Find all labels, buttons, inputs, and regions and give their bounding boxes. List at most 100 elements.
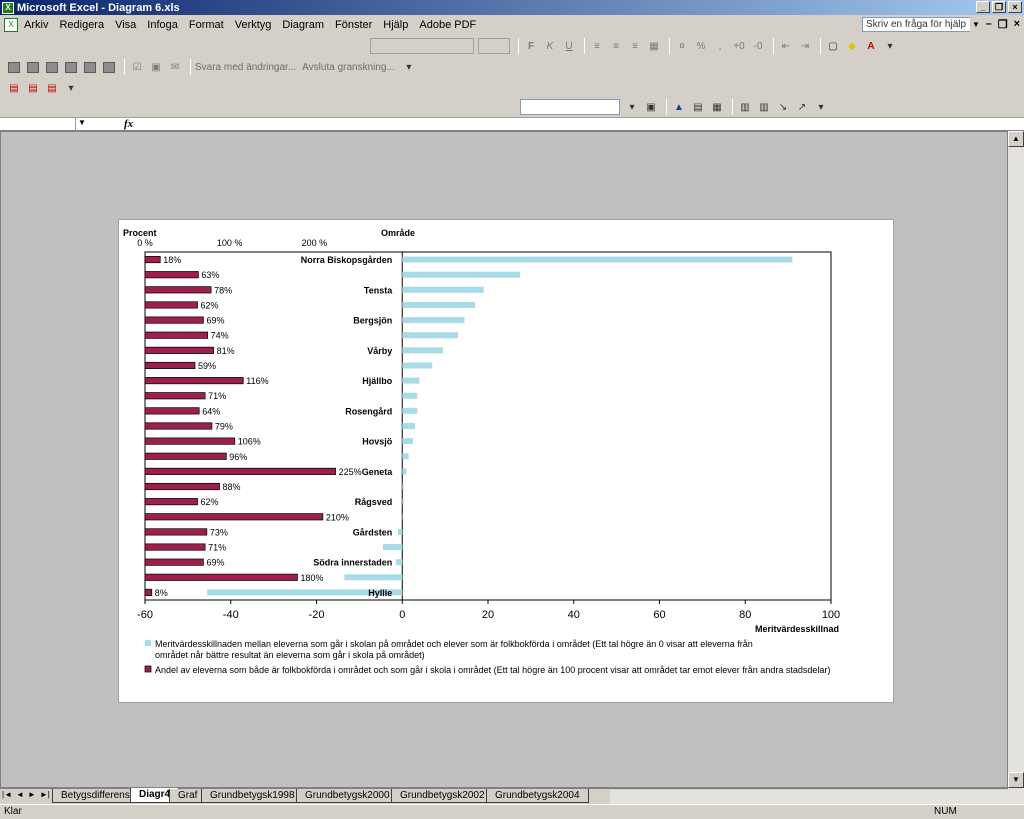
decrease-decimal-icon[interactable]: -0: [750, 38, 766, 54]
menu-infoga[interactable]: Infoga: [147, 19, 178, 31]
by-row-icon[interactable]: ▥: [737, 99, 753, 115]
menu-redigera[interactable]: Redigera: [59, 19, 104, 31]
pdf-options-icon[interactable]: ▾: [63, 80, 79, 96]
review-icon-6[interactable]: [103, 61, 115, 73]
doc-restore-button[interactable]: ❐: [998, 18, 1008, 31]
chart-area[interactable]: Procent Område 0 % 100 % 200 % 18% Norra Bis…: [118, 219, 894, 703]
by-column-icon[interactable]: ▥: [756, 99, 772, 115]
pdf-convert-icon[interactable]: ▤: [6, 80, 22, 96]
percent-data-label: 64%: [202, 406, 220, 416]
menu-visa[interactable]: Visa: [115, 19, 136, 31]
legend-label-merit: Meritvärdesskillnaden mellan eleverna so…: [155, 639, 753, 660]
underline-icon[interactable]: U: [561, 38, 577, 54]
menu-format[interactable]: Format: [189, 19, 224, 31]
insert-function-icon[interactable]: fx: [124, 118, 133, 130]
legend-icon[interactable]: ▤: [690, 99, 706, 115]
last-sheet-icon[interactable]: ►|: [40, 790, 50, 799]
doc-minimize-button[interactable]: –: [986, 18, 992, 31]
merge-center-icon[interactable]: ▦: [646, 38, 662, 54]
percent-bar: [144, 271, 199, 279]
next-sheet-icon[interactable]: ►: [28, 790, 36, 799]
percent-data-label: 78%: [214, 285, 232, 295]
merit-bar: [344, 574, 403, 581]
x-tick-label: -60: [137, 609, 153, 621]
category-label: Geneta: [362, 467, 394, 477]
menu-fonster[interactable]: Fönster: [335, 19, 372, 31]
percent-icon[interactable]: %: [693, 38, 709, 54]
close-button[interactable]: ×: [1008, 1, 1022, 13]
data-table-icon[interactable]: ▦: [709, 99, 725, 115]
borders-icon[interactable]: ▢: [825, 38, 841, 54]
angle-down-icon[interactable]: ↘: [775, 99, 791, 115]
review-icon-2[interactable]: [27, 61, 39, 73]
end-review-button[interactable]: Avsluta granskning...: [302, 62, 395, 73]
vertical-scrollbar[interactable]: ▲ ▼: [1008, 131, 1024, 804]
pdf-review-icon[interactable]: ▤: [44, 80, 60, 96]
font-combo[interactable]: [370, 38, 474, 54]
minimize-button[interactable]: _: [976, 1, 990, 13]
send-icon[interactable]: ✉: [167, 59, 183, 75]
font-size-combo[interactable]: [478, 38, 510, 54]
menu-adobe-pdf[interactable]: Adobe PDF: [419, 19, 476, 31]
percent-tick-label: 0 %: [137, 238, 153, 248]
workbook-icon[interactable]: X: [4, 18, 18, 32]
menu-verktyg[interactable]: Verktyg: [235, 19, 272, 31]
menu-hjalp[interactable]: Hjälp: [383, 19, 408, 31]
review-icon-1[interactable]: [8, 61, 20, 73]
tab-grundbetygsk2000[interactable]: Grundbetygsk2000: [296, 789, 399, 803]
fill-color-icon[interactable]: ◆: [844, 38, 860, 54]
percent-bar: [144, 558, 204, 566]
doc-close-button[interactable]: ×: [1014, 18, 1020, 31]
x-tick-label: 40: [568, 609, 580, 621]
pdf-email-icon[interactable]: ▤: [25, 80, 41, 96]
increase-decimal-icon[interactable]: +0: [731, 38, 747, 54]
chart-type-icon[interactable]: ▲: [671, 99, 687, 115]
percent-data-label: 18%: [163, 255, 181, 265]
decrease-indent-icon[interactable]: ⇤: [778, 38, 794, 54]
scroll-down-icon[interactable]: ▼: [1008, 772, 1024, 788]
review-options-icon[interactable]: ▾: [401, 59, 417, 75]
format-selected-icon[interactable]: ▣: [643, 99, 659, 115]
percent-bar: [144, 392, 206, 400]
help-question-input[interactable]: Skriv en fråga för hjälp: [862, 17, 972, 32]
help-dropdown-icon[interactable]: ▼: [970, 17, 982, 32]
review-icon-3[interactable]: [46, 61, 58, 73]
prev-sheet-icon[interactable]: ◄: [16, 790, 24, 799]
reply-with-changes-button[interactable]: Svara med ändringar...: [195, 62, 296, 73]
font-color-icon[interactable]: A: [863, 38, 879, 54]
currency-icon[interactable]: ¤: [674, 38, 690, 54]
tab-grundbetygsk2004[interactable]: Grundbetygsk2004: [486, 789, 589, 803]
category-label: Norra Biskopsgården: [301, 255, 393, 265]
review-icon-4[interactable]: [65, 61, 77, 73]
horizontal-scrollbar[interactable]: [610, 790, 1008, 804]
percent-data-label: 210%: [326, 512, 349, 522]
align-left-icon[interactable]: ≡: [589, 38, 605, 54]
tab-grundbetygsk2002[interactable]: Grundbetygsk2002: [391, 789, 494, 803]
chart-objects-combo[interactable]: [520, 99, 620, 115]
first-sheet-icon[interactable]: |◄: [2, 790, 12, 799]
sheet-tab-bar: |◄ ◄ ► ►| Betygsdifferens Diagr4 Graf Gr…: [0, 788, 1008, 804]
align-right-icon[interactable]: ≡: [627, 38, 643, 54]
thousands-icon[interactable]: ,: [712, 38, 728, 54]
comment-icon[interactable]: ▣: [148, 59, 164, 75]
chart-objects-dropdown-icon[interactable]: ▾: [624, 99, 640, 115]
scroll-up-icon[interactable]: ▲: [1008, 131, 1024, 147]
menu-arkiv[interactable]: Arkiv: [24, 19, 48, 31]
chart-toolbar-options-icon[interactable]: ▾: [813, 99, 829, 115]
track-changes-icon[interactable]: ☑: [129, 59, 145, 75]
angle-up-icon[interactable]: ↗: [794, 99, 810, 115]
percent-bar: [144, 467, 336, 475]
restore-button[interactable]: ❐: [992, 1, 1006, 13]
x-tick-label: 0: [399, 609, 405, 621]
bold-icon[interactable]: F: [523, 38, 539, 54]
tab-grundbetygsk1998[interactable]: Grundbetygsk1998: [201, 789, 304, 803]
tab-betygsdifferens[interactable]: Betygsdifferens: [52, 789, 139, 803]
name-box[interactable]: [2, 118, 76, 130]
name-box-dropdown-icon[interactable]: ▼: [78, 118, 86, 127]
toolbar-options-icon[interactable]: ▾: [882, 38, 898, 54]
align-center-icon[interactable]: ≡: [608, 38, 624, 54]
increase-indent-icon[interactable]: ⇥: [797, 38, 813, 54]
review-icon-5[interactable]: [84, 61, 96, 73]
italic-icon[interactable]: K: [542, 38, 558, 54]
menu-diagram[interactable]: Diagram: [282, 19, 324, 31]
